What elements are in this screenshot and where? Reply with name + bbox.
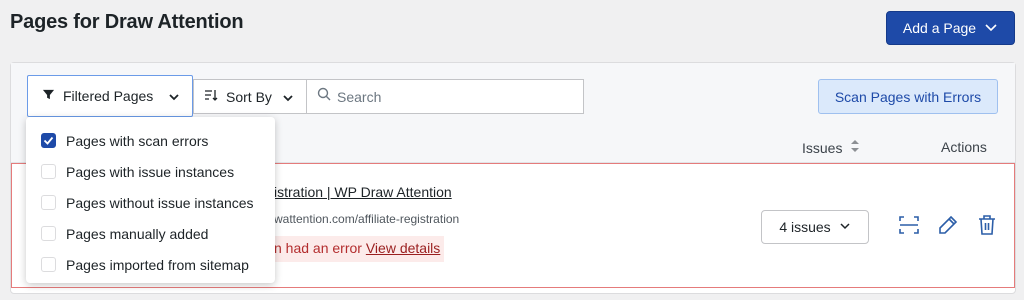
filter-option-manually-added[interactable]: Pages manually added bbox=[26, 218, 275, 249]
filter-label: Filtered Pages bbox=[63, 88, 154, 104]
scan-error-message: n had an error View details bbox=[252, 236, 445, 262]
issues-dropdown[interactable]: 4 issues bbox=[761, 210, 869, 244]
checkbox[interactable] bbox=[41, 226, 56, 241]
filter-option-label: Pages imported from sitemap bbox=[66, 256, 249, 273]
filter-option-label: Pages with scan errors bbox=[66, 132, 209, 149]
filter-option-label: Pages without issue instances bbox=[66, 194, 254, 211]
sort-arrows-icon bbox=[850, 139, 860, 156]
actions-column-header: Actions bbox=[941, 139, 987, 155]
page-title-link[interactable]: istration | WP Draw Attention bbox=[274, 184, 452, 200]
search-input[interactable] bbox=[337, 88, 567, 105]
add-page-label: Add a Page bbox=[902, 20, 977, 36]
issues-count: 4 issues bbox=[779, 219, 831, 235]
error-text: n had an error bbox=[274, 240, 362, 256]
sort-icon bbox=[204, 88, 218, 105]
chevron-down-icon bbox=[168, 90, 180, 102]
chevron-down-icon bbox=[282, 91, 294, 103]
filter-option-imported-sitemap[interactable]: Pages imported from sitemap bbox=[26, 249, 275, 280]
page-url: wattention.com/affiliate-registration bbox=[274, 212, 460, 226]
view-details-link[interactable]: View details bbox=[366, 240, 440, 256]
page-title: Pages for Draw Attention bbox=[10, 11, 244, 33]
sort-label: Sort By bbox=[226, 88, 272, 105]
filter-option-scan-errors[interactable]: Pages with scan errors bbox=[26, 125, 275, 156]
scan-page-icon[interactable] bbox=[898, 214, 920, 236]
filter-option-label: Pages manually added bbox=[66, 225, 209, 242]
issues-header-label: Issues bbox=[802, 139, 843, 156]
checkbox-checked[interactable] bbox=[41, 133, 56, 148]
filter-icon bbox=[42, 88, 55, 104]
scan-pages-button[interactable]: Scan Pages with Errors bbox=[818, 79, 998, 114]
search-icon bbox=[317, 87, 331, 106]
chevron-down-icon bbox=[839, 219, 851, 235]
issues-column-header[interactable]: Issues bbox=[802, 139, 860, 156]
checkbox[interactable] bbox=[41, 195, 56, 210]
checkbox[interactable] bbox=[41, 164, 56, 179]
filter-option-label: Pages with issue instances bbox=[66, 163, 235, 180]
search-box[interactable] bbox=[306, 79, 584, 114]
filter-option-issue-instances[interactable]: Pages with issue instances bbox=[26, 156, 275, 187]
edit-pencil-icon[interactable] bbox=[937, 214, 959, 236]
add-page-button[interactable]: Add a Page bbox=[886, 11, 1015, 45]
trash-icon[interactable] bbox=[976, 214, 998, 236]
filter-option-without-issues[interactable]: Pages without issue instances bbox=[26, 187, 275, 218]
sort-by-button[interactable]: Sort By bbox=[193, 79, 307, 114]
filter-dropdown-menu: Pages with scan errors Pages with issue … bbox=[26, 117, 275, 283]
filter-pages-button[interactable]: Filtered Pages bbox=[27, 75, 193, 117]
chevron-down-icon bbox=[984, 20, 998, 37]
checkbox[interactable] bbox=[41, 257, 56, 272]
